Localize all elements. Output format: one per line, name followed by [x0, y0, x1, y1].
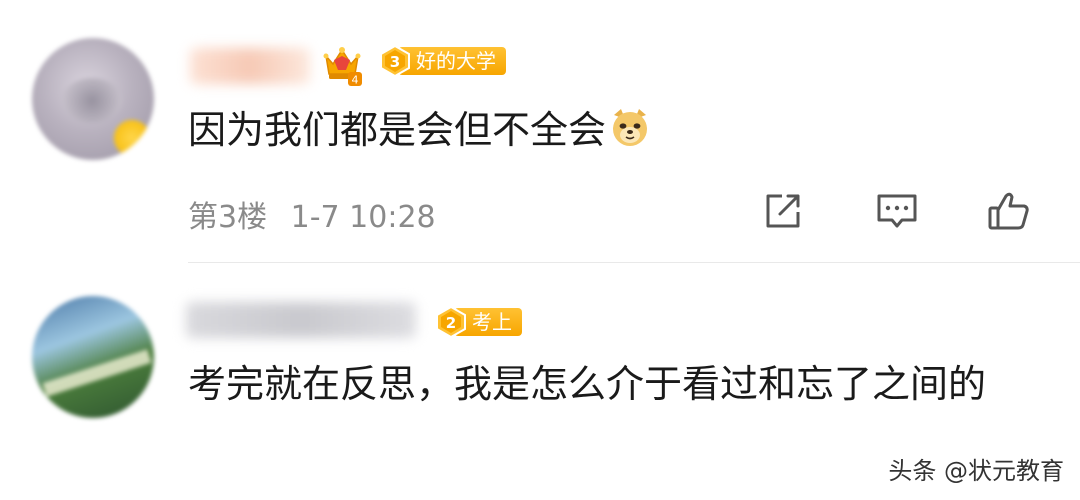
comment-feed: 4 3 好的大学 因为我们都是会但不全会 第3楼 1-7 10:28 2 考上 … [0, 0, 1080, 500]
fan-badge[interactable]: 3 好的大学 [378, 44, 506, 78]
badge-level-number: 2 [446, 314, 456, 332]
doge-emoji-icon [613, 109, 648, 146]
avatar-detail [42, 349, 152, 397]
avatar[interactable] [32, 38, 154, 160]
badge-level-number: 3 [390, 53, 400, 71]
divider [188, 262, 1080, 263]
comment-text: 因为我们都是会但不全会 [188, 108, 607, 152]
vip-badge-icon [114, 120, 150, 156]
avatar-face [62, 78, 122, 123]
crown-icon: 4 [323, 47, 362, 87]
username-blurred[interactable] [190, 48, 310, 84]
badge-level-icon: 2 [436, 305, 466, 339]
comment-meta: 第3楼 1-7 10:28 [188, 192, 436, 236]
vip-level-number: 4 [352, 74, 359, 87]
badge-level-icon: 3 [380, 44, 410, 78]
reply-icon[interactable] [874, 188, 920, 234]
share-icon[interactable] [760, 188, 806, 234]
like-icon[interactable] [986, 188, 1032, 234]
comment-body: 因为我们都是会但不全会 [188, 100, 652, 160]
badge-label: 好的大学 [398, 47, 506, 75]
avatar[interactable] [32, 296, 154, 418]
floor-number: 第3楼 [188, 200, 268, 235]
timestamp: 1-7 10:28 [290, 200, 436, 235]
fan-badge[interactable]: 2 考上 [434, 305, 522, 339]
username-blurred[interactable] [186, 302, 416, 338]
watermark: 头条 @状元教育 [888, 457, 1064, 485]
comment-text: 考完就在反思，我是怎么介于看过和忘了之间的 [188, 362, 987, 406]
